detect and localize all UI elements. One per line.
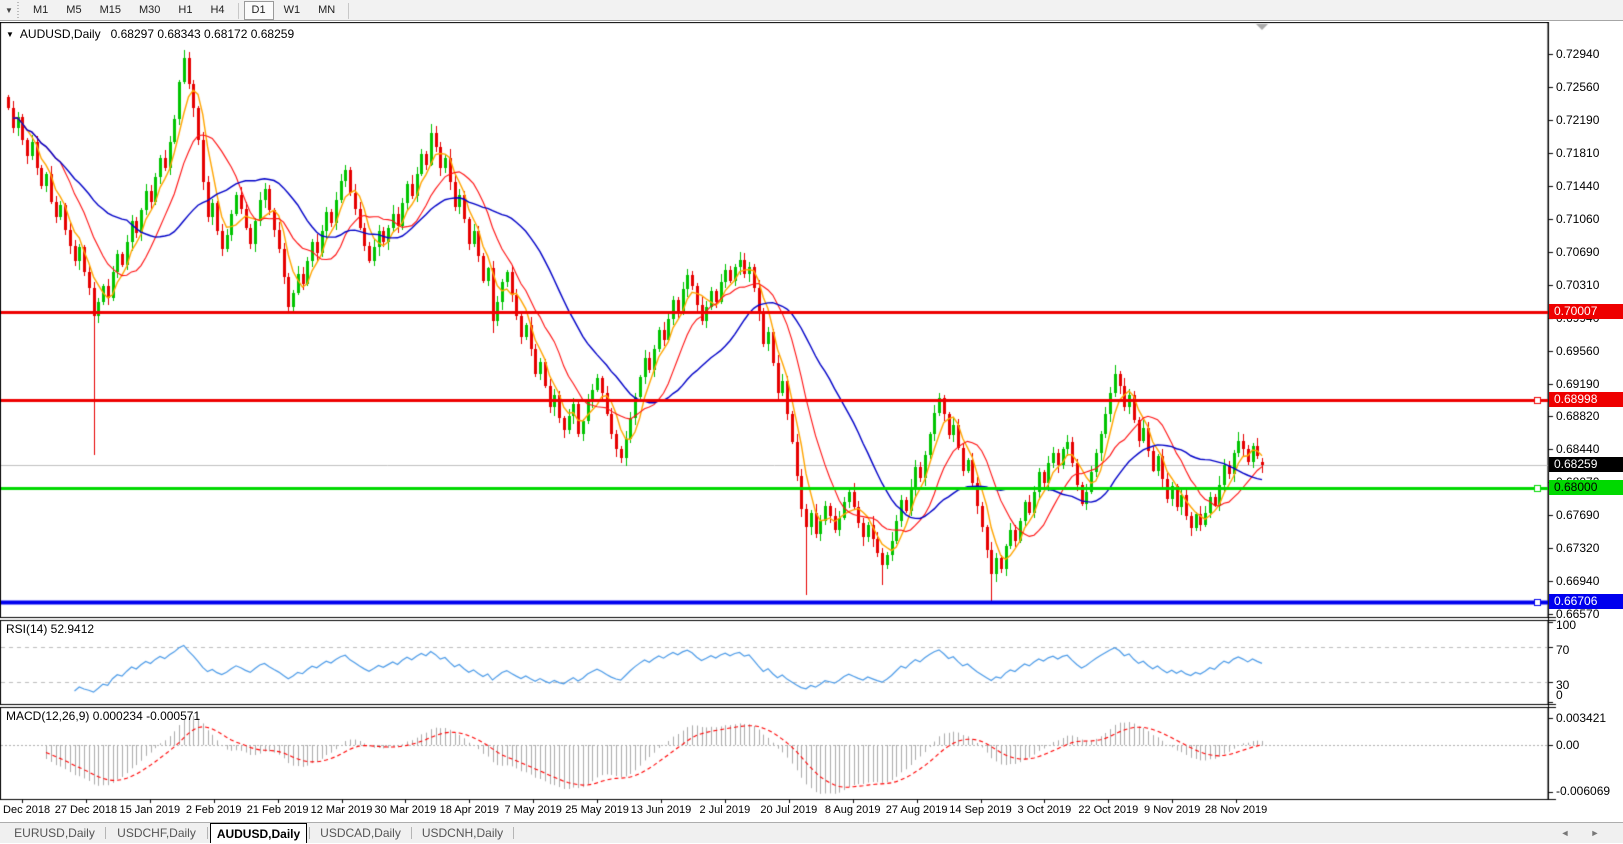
current-price-tag: 0.68259 <box>1549 457 1623 472</box>
tab-scroll-left-icon[interactable]: ◄ <box>1555 823 1575 844</box>
tab-separator <box>513 827 514 839</box>
price-axis-tick: 0.68820 <box>1556 409 1599 423</box>
rsi-axis-tick: 70 <box>1556 643 1569 657</box>
price-axis-tick: 0.70310 <box>1556 278 1599 292</box>
date-axis-label: 8 Dec 2018 <box>0 804 50 816</box>
rsi-axis-tick: 100 <box>1556 618 1576 632</box>
price-line-tag: 0.68000 <box>1549 480 1623 495</box>
date-axis-label: 2 Feb 2019 <box>186 804 242 816</box>
tab-separator <box>105 827 106 839</box>
price-axis-tick: 0.70690 <box>1556 245 1599 259</box>
date-axis-label: 28 Nov 2019 <box>1205 804 1267 816</box>
chart-collapse-icon[interactable]: ▼ <box>6 30 14 39</box>
date-axis-label: 13 Jun 2019 <box>631 804 692 816</box>
date-axis-label: 8 Aug 2019 <box>825 804 881 816</box>
price-axis-tick: 0.71440 <box>1556 179 1599 193</box>
price-axis-tick: 0.72190 <box>1556 113 1599 127</box>
price-chart-canvas[interactable] <box>0 22 1623 822</box>
macd-indicator-label: MACD(12,26,9) 0.000234 -0.000571 <box>6 709 200 723</box>
macd-axis-tick: 0.003421 <box>1556 711 1606 725</box>
date-axis-label: 30 Mar 2019 <box>375 804 437 816</box>
price-line-tag: 0.70007 <box>1549 304 1623 319</box>
price-axis-tick: 0.66940 <box>1556 574 1599 588</box>
price-axis-tick: 0.72560 <box>1556 80 1599 94</box>
date-axis-label: 18 Apr 2019 <box>440 804 499 816</box>
date-axis-label: 25 May 2019 <box>565 804 629 816</box>
date-axis-label: 2 Jul 2019 <box>700 804 751 816</box>
price-axis-tick: 0.69190 <box>1556 377 1599 391</box>
date-axis-label: 15 Jan 2019 <box>120 804 181 816</box>
symbol-tabs: EURUSD,DailyUSDCHF,DailyAUDUSD,DailyUSDC… <box>6 823 516 843</box>
rsi-indicator-label: RSI(14) 52.9412 <box>6 622 94 636</box>
tab-separator <box>309 827 310 839</box>
symbol-tab-bar: EURUSD,DailyUSDCHF,DailyAUDUSD,DailyUSDC… <box>0 822 1623 843</box>
price-axis-tick: 0.68440 <box>1556 442 1599 456</box>
date-axis-label: 21 Feb 2019 <box>247 804 309 816</box>
price-line-tag: 0.66706 <box>1549 594 1623 609</box>
date-axis-label: 3 Oct 2019 <box>1017 804 1071 816</box>
price-axis-tick: 0.69560 <box>1556 344 1599 358</box>
date-axis-label: 9 Nov 2019 <box>1144 804 1200 816</box>
price-axis-tick: 0.72940 <box>1556 47 1599 61</box>
tab-scroll-right-icon[interactable]: ► <box>1585 823 1605 844</box>
chart-symbol-label: AUDUSD,Daily <box>20 27 101 41</box>
price-line-tag: 0.68998 <box>1549 392 1623 407</box>
date-axis-label: 27 Aug 2019 <box>886 804 948 816</box>
tab-usdchf[interactable]: USDCHF,Daily <box>108 823 205 843</box>
date-axis-label: 27 Dec 2018 <box>55 804 117 816</box>
tab-usdcad[interactable]: USDCAD,Daily <box>312 823 409 843</box>
date-axis-label: 22 Oct 2019 <box>1078 804 1138 816</box>
rsi-axis-tick: 0 <box>1556 688 1563 702</box>
price-axis-tick: 0.71060 <box>1556 212 1599 226</box>
chart-title: ▼ AUDUSD,Daily 0.68297 0.68343 0.68172 0.6… <box>6 27 294 41</box>
date-axis-label: 12 Mar 2019 <box>311 804 373 816</box>
date-axis-label: 7 May 2019 <box>504 804 561 816</box>
price-axis-tick: 0.67690 <box>1556 508 1599 522</box>
tab-usdcnh[interactable]: USDCNH,Daily <box>414 823 511 843</box>
tab-audusd[interactable]: AUDUSD,Daily <box>210 823 307 843</box>
tab-separator <box>411 827 412 839</box>
date-axis-label: 20 Jul 2019 <box>760 804 817 816</box>
macd-axis-tick: -0.006069 <box>1556 784 1610 798</box>
macd-axis-tick: 0.00 <box>1556 738 1579 752</box>
price-axis-tick: 0.67320 <box>1556 541 1599 555</box>
date-axis-label: 14 Sep 2019 <box>949 804 1011 816</box>
chart-ohlc-values: 0.68297 0.68343 0.68172 0.68259 <box>111 27 295 41</box>
chart-window: ▼ AUDUSD,Daily 0.68297 0.68343 0.68172 0.6… <box>0 0 1623 843</box>
price-axis-tick: 0.71810 <box>1556 146 1599 160</box>
tab-eurusd[interactable]: EURUSD,Daily <box>6 823 103 843</box>
tab-separator <box>207 827 208 839</box>
